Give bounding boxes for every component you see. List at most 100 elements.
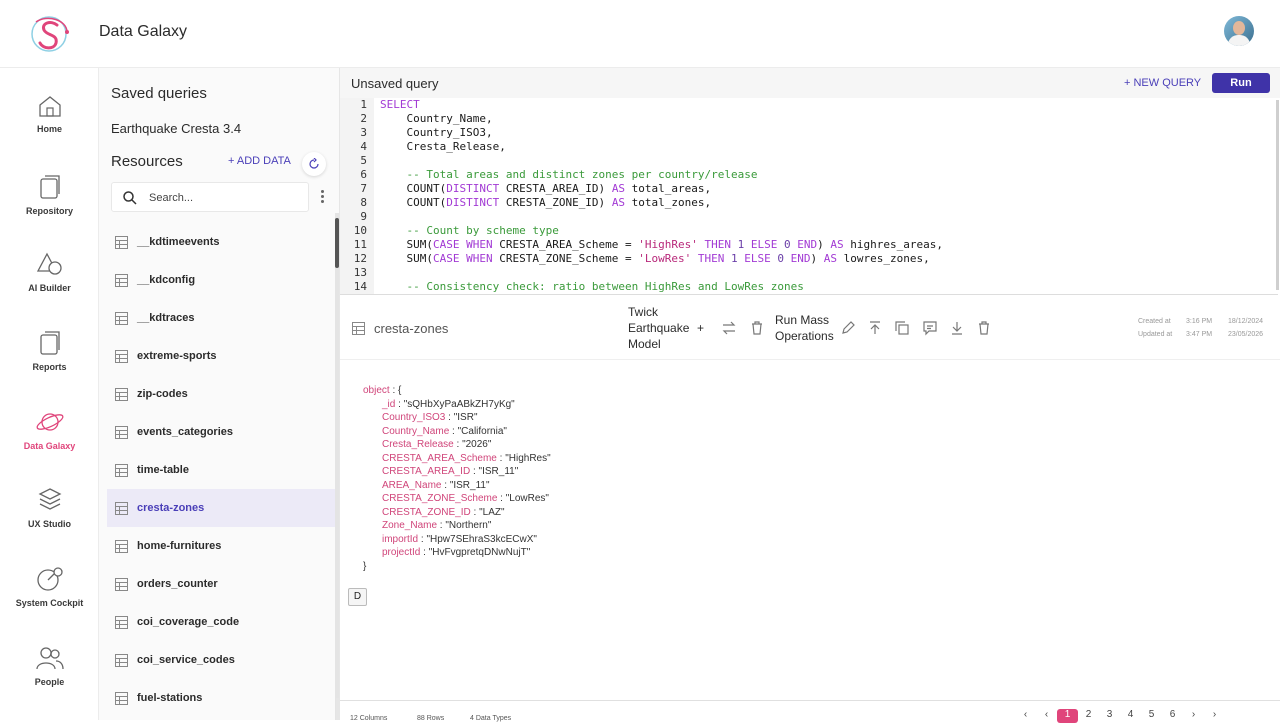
code-line: Cresta_Release, (380, 140, 506, 153)
page-number[interactable]: 2 (1078, 709, 1099, 720)
reports-icon (39, 331, 60, 355)
code-line: -- Consistency check: ratio between High… (406, 280, 804, 293)
resource-item[interactable]: coi_coverage_code (107, 603, 335, 641)
more-options-icon[interactable] (317, 188, 327, 208)
table-icon (115, 311, 128, 325)
new-query-button[interactable]: + NEW QUERY (1124, 77, 1201, 89)
d-button[interactable]: D (348, 588, 367, 606)
comment-icon[interactable] (922, 320, 938, 336)
field-key: CRESTA_ZONE_Scheme (382, 493, 498, 504)
page-number[interactable]: 4 (1120, 709, 1141, 720)
resource-item[interactable]: events_categories (107, 413, 335, 451)
twick-earthquake-model-button[interactable]: Twick Earthquake Model (628, 304, 689, 352)
resource-label: events_categories (137, 426, 233, 438)
nav-data-galaxy[interactable]: Data Galaxy (0, 409, 99, 451)
table-icon (115, 425, 128, 439)
twick-plus[interactable]: + (697, 321, 704, 335)
field-row: CRESTA_ZONE_Scheme : "LowRes" (382, 493, 549, 504)
page-number[interactable]: 3 (1099, 709, 1120, 720)
search-icon (123, 191, 137, 205)
download-icon[interactable] (949, 320, 965, 336)
object-close: } (363, 560, 367, 572)
editor-scrollbar[interactable] (1276, 100, 1279, 290)
line-number: 14 (353, 280, 367, 293)
mass-ops-label-line: Operations (775, 329, 834, 343)
resource-item[interactable]: coi_service_codes (107, 641, 335, 679)
created-time: 3:16 PM (1186, 318, 1213, 325)
table-icon (352, 322, 365, 335)
nav-people[interactable]: People (0, 645, 99, 687)
resource-label: coi_service_codes (137, 654, 235, 666)
line-number: 9 (360, 210, 367, 223)
line-number: 11 (353, 238, 367, 251)
resource-item-active[interactable]: cresta-zones (107, 489, 335, 527)
panel-scrollbar-thumb[interactable] (335, 218, 339, 268)
page-number-active[interactable]: 1 (1057, 709, 1078, 723)
resource-label: time-table (137, 464, 189, 476)
resource-item[interactable]: home-furnitures (107, 527, 335, 565)
code-line: -- Count by scheme type (406, 224, 559, 237)
table-icon (115, 501, 128, 515)
object-label: object (363, 385, 390, 396)
search-input[interactable] (149, 189, 299, 207)
trash-icon[interactable] (749, 320, 765, 336)
page-next[interactable]: › (1183, 709, 1204, 720)
nav-label-repository: Repository (25, 206, 73, 216)
resource-item[interactable]: zip-codes (107, 375, 335, 413)
page-number[interactable]: 5 (1141, 709, 1162, 720)
field-value: "ISR_11" (478, 466, 519, 477)
field-key: CRESTA_AREA_ID (382, 466, 471, 477)
data-galaxy-icon (36, 413, 63, 431)
delete-icon[interactable] (976, 320, 992, 336)
app-title: Data Galaxy (99, 23, 188, 40)
nav-ux-studio[interactable]: UX Studio (0, 487, 99, 529)
query-title: Unsaved query (351, 76, 439, 91)
page-number[interactable]: 6 (1162, 709, 1183, 720)
ux-studio-icon (38, 488, 61, 510)
run-button[interactable]: Run (1212, 73, 1270, 93)
nav-repository[interactable]: Repository (0, 174, 99, 216)
editor-header: Unsaved query + NEW QUERY Run (340, 68, 1280, 98)
run-mass-operations-button[interactable]: Run Mass Operations (775, 312, 834, 344)
nav-system-cockpit[interactable]: System Cockpit (0, 566, 99, 608)
nav-reports[interactable]: Reports (0, 330, 99, 372)
upload-icon[interactable] (867, 320, 883, 336)
panel-scrollbar[interactable] (335, 213, 339, 720)
resource-label: coi_coverage_code (137, 616, 240, 628)
nav-home[interactable]: Home (0, 94, 99, 134)
sql-editor[interactable]: 1 SELECT 2 Country_Name, 3 Country_ISO3, … (340, 98, 1278, 295)
resources-panel: Saved queries Earthquake Cresta 3.4 Reso… (99, 68, 340, 720)
refresh-button[interactable] (302, 152, 326, 176)
resource-item[interactable]: orders_counter (107, 565, 335, 603)
field-value: "LowRes" (505, 493, 549, 504)
resource-item[interactable]: fuel-stations (107, 679, 335, 717)
page-next-last[interactable]: › (1204, 709, 1225, 720)
page-prev-first[interactable]: ‹ (1036, 709, 1057, 720)
nav-ai-builder[interactable]: AI Builder (0, 251, 99, 293)
line-number: 7 (360, 182, 367, 195)
saved-query-item[interactable]: Earthquake Cresta 3.4 (111, 121, 241, 136)
refresh-icon (309, 158, 319, 169)
swap-icon[interactable] (721, 320, 737, 336)
resource-item[interactable]: __kdconfig (107, 261, 335, 299)
line-number: 12 (353, 252, 367, 265)
field-key: Zone_Name (382, 520, 438, 531)
resource-item[interactable]: extreme-sports (107, 337, 335, 375)
user-avatar[interactable] (1224, 16, 1254, 46)
field-row: Cresta_Release : "2026" (382, 439, 492, 450)
line-number: 3 (360, 126, 367, 139)
logo-icon[interactable] (27, 12, 73, 56)
copy-icon[interactable] (894, 320, 910, 336)
resource-item[interactable]: time-table (107, 451, 335, 489)
resource-item[interactable]: __kdtraces (107, 299, 335, 337)
field-value: "California" (457, 425, 507, 437)
add-data-button[interactable]: + ADD DATA (228, 155, 291, 167)
resource-label: __kdtimeevents (137, 236, 220, 248)
edit-icon[interactable] (840, 320, 856, 336)
page-prev[interactable]: ‹ (1015, 709, 1036, 720)
code-line: SUM(CASE WHEN CRESTA_ZONE_Scheme = 'LowR… (380, 252, 930, 265)
resource-item[interactable]: __kdtimeevents (107, 223, 335, 261)
field-value: "Northern" (445, 520, 492, 531)
object-open: : { (392, 385, 402, 396)
line-number: 1 (360, 98, 367, 111)
